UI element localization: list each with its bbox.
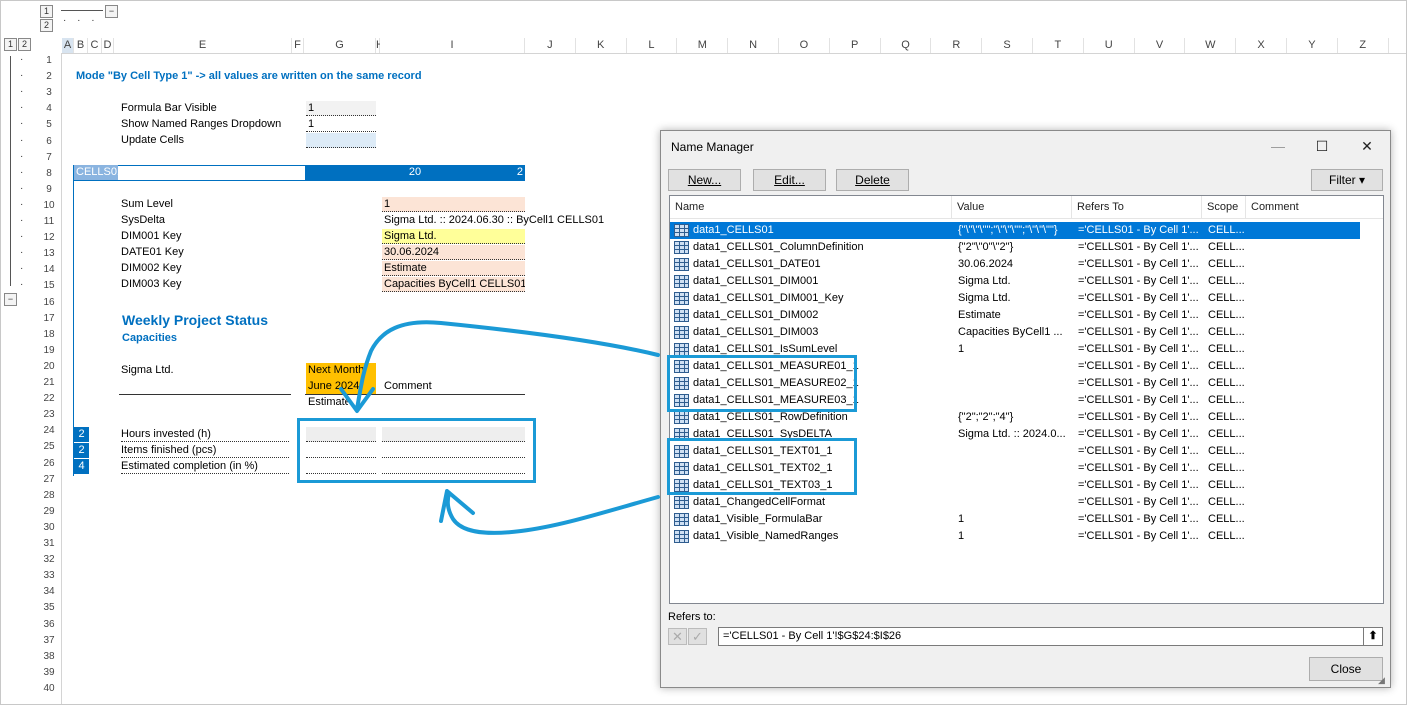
outline-row-dot: · [20,166,24,178]
outline-row-dot: · [20,150,24,162]
excel-window: 1 2 − · · · 1 2 − ABCDEFGHIJKLMNOPQRSTUV… [0,0,1407,705]
outline-row-dot: · [20,215,24,226]
outline-row-dot: · [20,279,24,291]
outline-row-dot: · [20,263,24,275]
outline-row-dot: · [20,54,24,65]
outline-row-dot: · [20,231,24,243]
outline-row-dot: · [20,102,24,114]
arrow-to-range [445,491,660,535]
outline-row-dot: · [20,182,24,194]
outline-row-dot: · [20,70,24,82]
outline-row-dot: · [20,86,24,98]
outline-row-dot: · [20,198,24,210]
outline-row-dot: · [20,118,24,130]
arrow-to-sheet [355,320,660,411]
arrow-head-range [439,489,475,523]
outline-row-dot: · [20,134,24,146]
annotation-arrows [339,320,660,535]
outline-row-dot: · [20,247,24,259]
